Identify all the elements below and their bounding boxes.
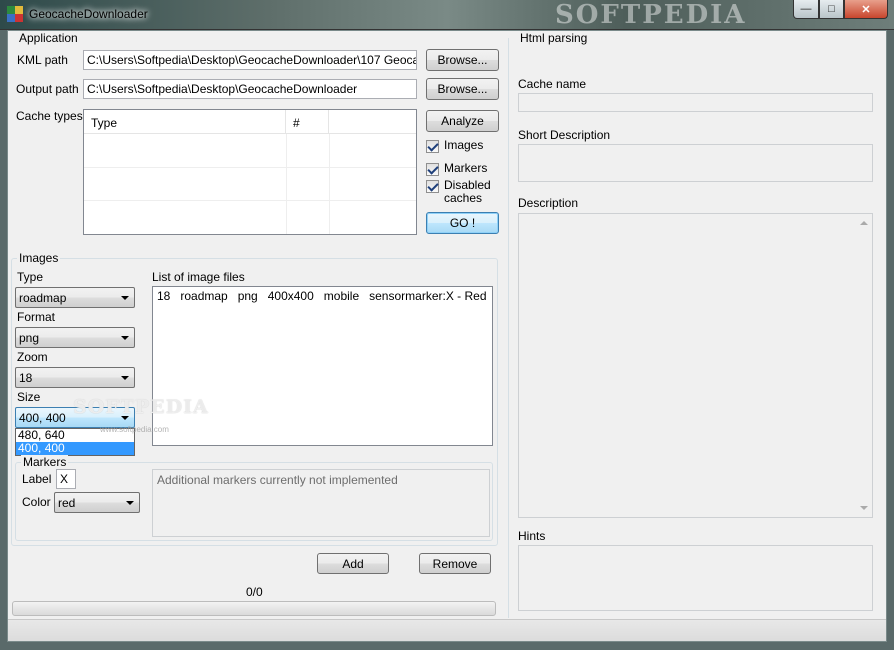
column-header-extra[interactable]	[329, 110, 416, 134]
short-description-label: Short Description	[518, 128, 611, 142]
additional-markers-area[interactable]: Additional markers currently not impleme…	[152, 469, 490, 537]
maximize-button[interactable]: □	[819, 0, 844, 19]
analyze-button[interactable]: Analyze	[426, 110, 499, 132]
checkmark-icon	[426, 140, 439, 153]
table-row	[84, 167, 416, 168]
markers-group-title: Markers	[21, 455, 69, 469]
zoom-select[interactable]: 18	[15, 367, 135, 388]
output-browse-button[interactable]: Browse...	[426, 78, 499, 100]
marker-label-field[interactable]: X	[56, 469, 76, 489]
close-button[interactable]: ✕	[844, 0, 888, 19]
download-progress-bar	[12, 601, 496, 616]
format-select-value: png	[19, 331, 40, 345]
table-grid-line	[329, 134, 330, 234]
cache-name-label: Cache name	[518, 77, 587, 91]
remove-button[interactable]: Remove	[419, 553, 491, 574]
softpedia-watermark: SOFTPEDIA	[73, 396, 209, 418]
disabled-caches-checkbox-label: Disabled caches	[444, 178, 491, 205]
scroll-up-icon[interactable]	[860, 221, 868, 225]
chevron-down-icon	[126, 501, 134, 505]
chevron-down-icon	[121, 376, 129, 380]
marker-color-select[interactable]: red	[54, 492, 140, 513]
short-description-area[interactable]	[518, 144, 873, 182]
images-checkbox-label: Images	[444, 138, 484, 152]
add-button[interactable]: Add	[317, 553, 389, 574]
type-label: Type	[17, 270, 44, 284]
application-group-title: Application	[17, 31, 80, 45]
type-select-value: roadmap	[19, 291, 67, 305]
table-grid-line	[286, 134, 287, 234]
status-bar	[8, 619, 886, 641]
scroll-down-icon[interactable]	[860, 506, 868, 510]
output-path-field[interactable]: C:\Users\Softpedia\Desktop\GeocacheDownl…	[83, 79, 417, 99]
image-files-label: List of image files	[152, 270, 245, 284]
images-checkbox[interactable]: Images	[426, 139, 483, 153]
additional-markers-placeholder: Additional markers currently not impleme…	[157, 473, 398, 487]
marker-label-label: Label	[22, 472, 52, 486]
format-select[interactable]: png	[15, 327, 135, 348]
marker-color-select-value: red	[58, 496, 76, 510]
disabled-caches-checkbox[interactable]: Disabled caches	[426, 178, 491, 205]
output-path-label: Output path	[16, 82, 79, 96]
progress-label: 0/0	[246, 585, 263, 599]
description-label: Description	[518, 196, 579, 210]
cache-types-table-header: Type #	[84, 110, 416, 134]
description-area[interactable]	[518, 213, 873, 518]
chevron-down-icon	[121, 336, 129, 340]
zoom-select-value: 18	[19, 371, 33, 385]
softpedia-watermark-url: www.softpedia.com	[100, 425, 169, 434]
kml-path-label: KML path	[17, 53, 68, 67]
column-header-count[interactable]: #	[286, 110, 329, 134]
zoom-label: Zoom	[17, 350, 48, 364]
cache-types-table[interactable]: Type #	[83, 109, 417, 235]
chevron-down-icon	[121, 296, 129, 300]
minimize-button[interactable]: —	[793, 0, 819, 19]
window-title: GeocacheDownloader	[29, 7, 148, 21]
markers-checkbox[interactable]: Markers	[426, 162, 487, 176]
kml-path-field[interactable]: C:\Users\Softpedia\Desktop\GeocacheDownl…	[83, 50, 417, 70]
images-group-title: Images	[17, 251, 61, 265]
cache-types-label: Cache types	[16, 109, 83, 123]
type-select[interactable]: roadmap	[15, 287, 135, 308]
marker-color-label: Color	[22, 495, 51, 509]
format-label: Format	[17, 310, 56, 324]
size-option-400-400[interactable]: 400, 400	[16, 442, 134, 455]
markers-checkbox-label: Markers	[444, 161, 488, 175]
geocache-app-icon	[7, 6, 23, 22]
table-row	[84, 200, 416, 201]
hints-area[interactable]	[518, 545, 873, 611]
hints-label: Hints	[518, 529, 546, 543]
image-files-list[interactable]: 18 roadmap png 400x400 mobile sensormark…	[152, 286, 493, 446]
description-scrollbar[interactable]	[856, 215, 871, 516]
go-button[interactable]: GO !	[426, 212, 499, 234]
title-watermark: SOFTPEDIA	[555, 0, 747, 30]
window-controls: — □ ✕	[793, 0, 888, 20]
column-header-type[interactable]: Type	[84, 110, 286, 134]
cache-name-field[interactable]	[518, 93, 873, 112]
size-label: Size	[17, 390, 41, 404]
kml-browse-button[interactable]: Browse...	[426, 49, 499, 71]
checkmark-icon	[426, 180, 439, 193]
title-bar[interactable]: GeocacheDownloader SOFTPEDIA — □ ✕	[0, 0, 894, 30]
size-select-value: 400, 400	[19, 411, 66, 425]
main-window-client: Application KML path C:\Users\Softpedia\…	[7, 30, 887, 642]
html-parsing-group-title: Html parsing	[518, 31, 590, 45]
checkmark-icon	[426, 163, 439, 176]
list-item[interactable]: 18 roadmap png 400x400 mobile sensormark…	[157, 289, 488, 303]
